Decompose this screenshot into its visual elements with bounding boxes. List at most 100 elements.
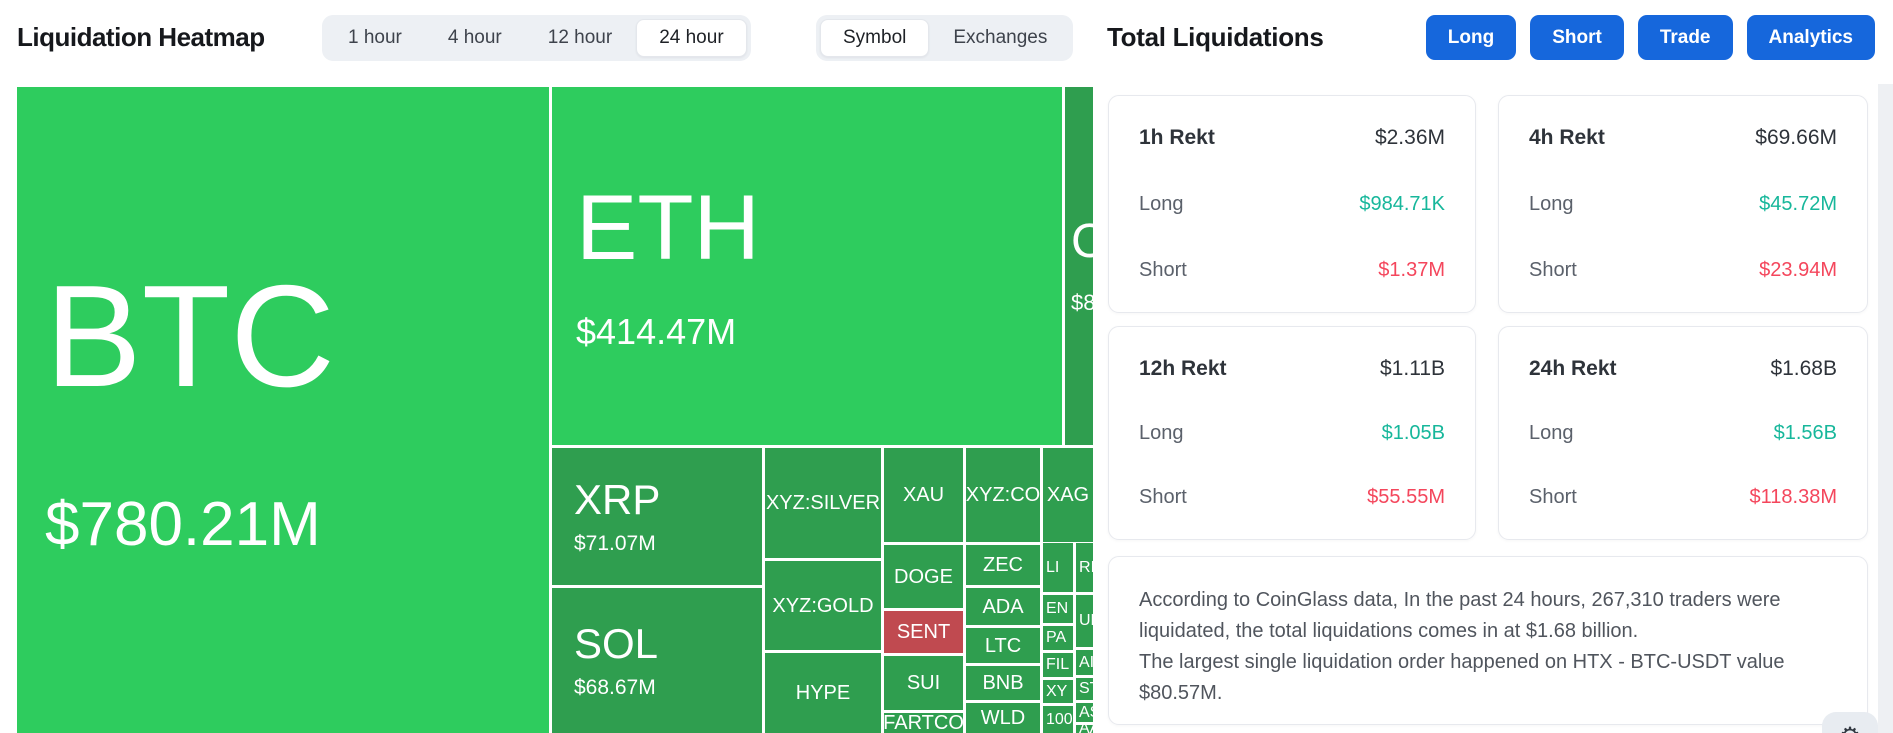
treemap-cell-hype[interactable]: HYPE (765, 653, 881, 733)
long-label: Long (1529, 422, 1574, 445)
cell-label: SUI (907, 673, 940, 693)
treemap-cell-xyz-silver[interactable]: XYZ:SILVER (765, 448, 881, 558)
cell-value: $414.47M (576, 314, 1062, 350)
summary-line-1: According to CoinGlass data, In the past… (1139, 585, 1837, 647)
treemap-cell-li[interactable]: LI (1043, 543, 1073, 592)
rekt-row: 24h Rekt $1.68B (1529, 357, 1837, 381)
long-button[interactable]: Long (1426, 15, 1516, 60)
treemap-cell-fartcoin[interactable]: FARTCO (884, 713, 963, 733)
total-liquidations-title: Total Liquidations (1107, 22, 1324, 53)
treemap-cell-un[interactable]: UN (1076, 595, 1093, 647)
treemap-cell-doge[interactable]: DOGE (884, 545, 963, 608)
long-row: Long $1.56B (1529, 422, 1837, 445)
treemap-cell-en[interactable]: EN (1043, 595, 1073, 623)
cell-label: ETH (576, 182, 1062, 274)
treemap-cell-zec[interactable]: ZEC (966, 545, 1040, 585)
time-range-tabs: 1 hour 4 hour 12 hour 24 hour (322, 15, 751, 61)
long-row: Long $45.72M (1529, 193, 1837, 216)
treemap-cell-sent[interactable]: SENT (884, 611, 963, 653)
page-background-strip (1878, 84, 1893, 733)
treemap-cell-xrp[interactable]: XRP $71.07M (552, 448, 762, 585)
cell-label: AA (1079, 725, 1093, 733)
long-row: Long $984.71K (1139, 193, 1445, 216)
short-label: Short (1139, 486, 1187, 509)
cell-label: RI (1079, 560, 1093, 576)
treemap-cell-ada[interactable]: ADA (966, 588, 1040, 625)
treemap-cell-sol[interactable]: SOL $68.67M (552, 588, 762, 733)
treemap-cell-wld[interactable]: WLD (966, 703, 1040, 733)
view-toggle: Symbol Exchanges (816, 15, 1073, 61)
tab-12-hour[interactable]: 12 hour (526, 19, 634, 57)
liquidation-treemap: BTC $780.21M ETH $414.47M C $8 XRP $71.0… (17, 87, 1093, 733)
long-value: $45.72M (1759, 193, 1837, 216)
cell-label: AI (1079, 655, 1093, 671)
action-buttons: Long Short Trade Analytics (1426, 15, 1875, 60)
treemap-cell-st[interactable]: ST (1076, 678, 1093, 700)
cell-value: $8 (1071, 292, 1093, 314)
treemap-cell-pa[interactable]: PA (1043, 626, 1073, 650)
cell-label: LI (1046, 560, 1059, 576)
rekt-label: 4h Rekt (1529, 126, 1605, 150)
header: Liquidation Heatmap 1 hour 4 hour 12 hou… (0, 0, 1893, 78)
trade-button[interactable]: Trade (1638, 15, 1733, 60)
treemap-cell-aa[interactable]: AA (1076, 725, 1093, 733)
treemap-cell-xyz-gold[interactable]: XYZ:GOLD (765, 561, 881, 650)
treemap-cell-xau[interactable]: XAU (884, 448, 963, 542)
tab-4-hour[interactable]: 4 hour (426, 19, 524, 57)
treemap-cell-100[interactable]: 100 (1043, 706, 1073, 733)
treemap-cell-as[interactable]: AS (1076, 703, 1093, 722)
cell-label: BNB (982, 673, 1023, 693)
cell-value: $71.07M (574, 533, 762, 554)
gear-icon: ⚙ (1839, 725, 1861, 733)
toggle-symbol[interactable]: Symbol (820, 19, 929, 57)
cell-label: BTC (45, 264, 549, 409)
rekt-row: 12h Rekt $1.11B (1139, 357, 1445, 381)
rekt-label: 12h Rekt (1139, 357, 1227, 381)
rekt-row: 4h Rekt $69.66M (1529, 126, 1837, 150)
treemap-cell-ri[interactable]: RI (1076, 543, 1093, 592)
cell-label: 100 (1046, 712, 1073, 728)
stats-card-12h: 12h Rekt $1.11B Long $1.05B Short $55.55… (1108, 326, 1476, 540)
tab-24-hour[interactable]: 24 hour (636, 19, 746, 57)
toggle-exchanges[interactable]: Exchanges (931, 19, 1069, 57)
cell-value: $68.67M (574, 677, 762, 698)
stats-card-4h: 4h Rekt $69.66M Long $45.72M Short $23.9… (1498, 95, 1868, 313)
cell-value: $780.21M (45, 494, 549, 556)
analytics-button[interactable]: Analytics (1747, 15, 1875, 60)
treemap-cell-sui[interactable]: SUI (884, 656, 963, 710)
short-row: Short $118.38M (1529, 486, 1837, 509)
cell-label: ST (1079, 681, 1093, 697)
treemap-cell-bnb[interactable]: BNB (966, 666, 1040, 700)
tab-1-hour[interactable]: 1 hour (326, 19, 424, 57)
cell-label: HYPE (796, 683, 850, 703)
long-label: Long (1139, 193, 1184, 216)
treemap-cell-eth[interactable]: ETH $414.47M (552, 87, 1062, 445)
stats-card-1h: 1h Rekt $2.36M Long $984.71K Short $1.37… (1108, 95, 1476, 313)
cell-label: XYZ:SILVER (766, 493, 880, 513)
cell-label: XAU (903, 485, 944, 505)
long-label: Long (1139, 422, 1184, 445)
treemap-cell-xag[interactable]: XAG (1043, 448, 1093, 542)
settings-button[interactable]: ⚙ (1822, 712, 1878, 733)
treemap-cell-btc[interactable]: BTC $780.21M (17, 87, 549, 733)
short-label: Short (1529, 486, 1577, 509)
treemap-cell-clipped-c[interactable]: C $8 (1065, 87, 1093, 445)
cell-label: SENT (897, 622, 950, 642)
short-row: Short $1.37M (1139, 259, 1445, 282)
rekt-total: $2.36M (1375, 126, 1445, 150)
short-button[interactable]: Short (1530, 15, 1624, 60)
treemap-cell-fil[interactable]: FIL (1043, 653, 1073, 677)
rekt-total: $1.68B (1770, 357, 1837, 381)
treemap-cell-xyz-co[interactable]: XYZ:CO (966, 448, 1040, 542)
short-row: Short $55.55M (1139, 486, 1445, 509)
treemap-cell-ai[interactable]: AI (1076, 650, 1093, 675)
treemap-cell-ltc[interactable]: LTC (966, 628, 1040, 663)
treemap-cell-xy[interactable]: XY (1043, 680, 1073, 703)
cell-label: XYZ:GOLD (772, 596, 873, 616)
rekt-label: 24h Rekt (1529, 357, 1617, 381)
long-row: Long $1.05B (1139, 422, 1445, 445)
rekt-label: 1h Rekt (1139, 126, 1215, 150)
rekt-total: $69.66M (1755, 126, 1837, 150)
cell-label: PA (1046, 630, 1066, 646)
liquidation-heatmap-page: Liquidation Heatmap 1 hour 4 hour 12 hou… (0, 0, 1893, 733)
